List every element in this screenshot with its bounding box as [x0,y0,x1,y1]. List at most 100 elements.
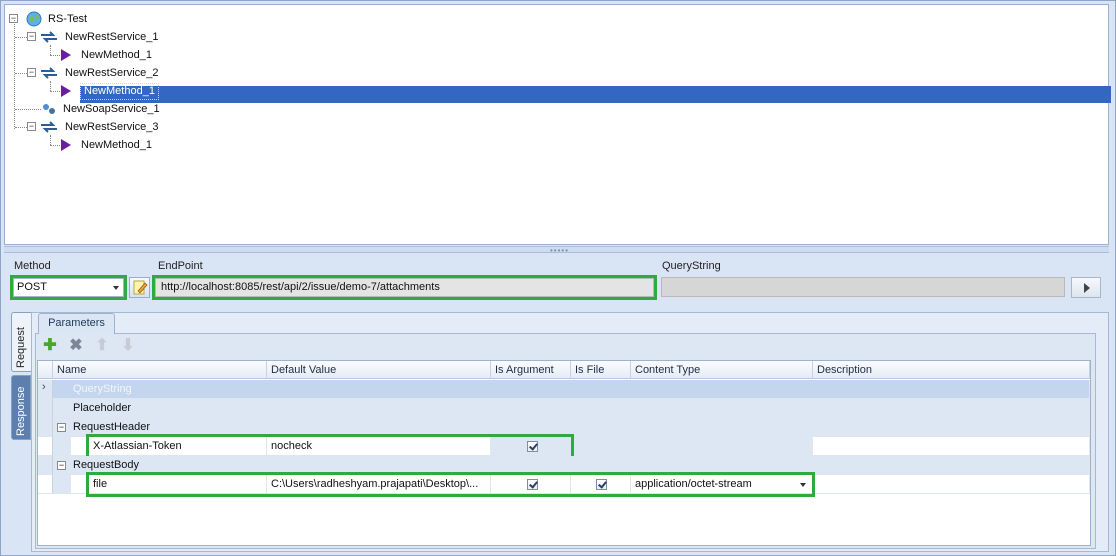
tab-parameters-label: Parameters [48,317,105,329]
group-cell: − RequestHeader [53,418,1090,437]
group-row-requestbody[interactable]: − RequestBody [38,456,1090,475]
tree-node-label: NewRestService_1 [65,31,159,43]
pencil-icon [133,280,148,295]
group-cell: − RequestBody [53,456,1090,475]
param-name: file [93,478,108,490]
cell-content-type[interactable] [631,437,813,456]
row-selector[interactable] [38,418,53,437]
group-row-requestheader[interactable]: − RequestHeader [38,418,1090,437]
tree-root-label: RS-Test [48,13,88,25]
current-row-arrow-icon: › [42,381,46,393]
method-select[interactable]: POST [13,278,124,297]
tree-node-rest-service[interactable]: − NewRestService_3 [27,118,327,136]
app-window: − RS-Test − NewRestService_1 NewMethod_1… [0,0,1116,556]
tree-node-method[interactable]: NewMethod_1 [60,46,360,64]
column-header-name[interactable]: Name [53,361,267,379]
column-header-content-type[interactable]: Content Type [631,361,813,379]
soap-service-icon [43,104,55,114]
collapse-icon[interactable]: − [27,122,36,131]
tree-node-label: NewMethod_1 [81,139,152,151]
tree-node-rest-service[interactable]: − NewRestService_2 [27,64,327,82]
cell-default-value[interactable]: nocheck [267,437,491,456]
cell-default-value[interactable]: C:\Users\radheshyam.prajapati\Desktop\..… [267,475,491,494]
group-cell: QueryString [53,380,1090,399]
tree-node-rest-service[interactable]: − NewRestService_1 [27,28,327,46]
move-down-icon[interactable]: ⬇ [120,338,136,354]
param-name: X-Atlassian-Token [93,440,182,452]
table-row[interactable]: file C:\Users\radheshyam.prajapati\Deskt… [38,475,1090,494]
endpoint-field[interactable]: http://localhost:8085/rest/api/2/issue/d… [155,278,654,297]
row-selector[interactable]: › [38,380,53,399]
collapse-icon[interactable]: − [27,32,36,41]
checkbox-checked-icon[interactable] [527,441,538,452]
row-selector-header [38,361,53,379]
delete-icon[interactable]: ✖ [68,338,84,354]
edit-endpoint-button[interactable] [129,277,150,298]
rest-service-icon [41,121,57,133]
table-row[interactable]: X-Atlassian-Token nocheck [38,437,1090,456]
tree-connector [50,145,60,146]
tree-connector [50,91,60,92]
cell-content-type[interactable]: application/octet-stream [631,475,813,494]
row-selector[interactable] [38,475,53,494]
chevron-down-icon[interactable] [800,483,806,487]
column-header-is-argument[interactable]: Is Argument [491,361,571,379]
tree-node-label: NewSoapService_1 [63,103,160,115]
column-header-default-value[interactable]: Default Value [267,361,491,379]
group-label: Placeholder [73,402,132,414]
globe-icon [26,11,42,27]
row-selector[interactable] [38,456,53,475]
group-label: RequestHeader [73,421,151,433]
collapse-icon[interactable]: − [57,423,66,432]
cell-is-argument[interactable] [491,437,571,456]
add-icon[interactable]: ✚ [42,338,58,354]
method-play-icon [61,49,71,61]
group-row-placeholder[interactable]: Placeholder [38,399,1090,418]
checkbox-checked-icon[interactable] [527,479,538,490]
cell-is-argument[interactable] [491,475,571,494]
row-selector[interactable] [38,399,53,418]
collapse-icon[interactable]: − [27,68,36,77]
tree-node-label: NewRestService_3 [65,121,159,133]
row-selector[interactable] [38,437,53,456]
cell-is-file[interactable] [571,475,631,494]
rest-service-icon [41,67,57,79]
cell-is-file[interactable] [571,437,631,456]
collapse-icon[interactable]: − [57,461,66,470]
rest-service-icon [41,31,57,43]
tab-parameters[interactable]: Parameters [38,313,115,334]
cell-description[interactable] [813,437,1090,456]
cell-name[interactable]: file [71,475,267,494]
tree-node-label: NewMethod_1 [80,83,159,100]
move-up-icon[interactable]: ⬆ [94,338,110,354]
tab-response[interactable]: Response [11,375,31,440]
tree-connector [15,109,41,110]
tree-connector [50,135,51,145]
group-row-querystring[interactable]: › QueryString [38,380,1090,399]
tree-node-method[interactable]: NewMethod_1 [60,136,360,154]
tab-response-label: Response [15,386,27,436]
grip-icon: ••••• [550,246,570,255]
column-header-is-file[interactable]: Is File [571,361,631,379]
group-label: QueryString [73,383,132,395]
endpoint-value: http://localhost:8085/rest/api/2/issue/d… [161,281,440,293]
cell-description[interactable] [813,475,1090,494]
tree-node-soap-service[interactable]: NewSoapService_1 [42,100,342,118]
group-label: RequestBody [73,459,140,471]
tree-node-label: NewRestService_2 [65,67,159,79]
run-button[interactable] [1071,277,1101,298]
cell-name[interactable]: X-Atlassian-Token [71,437,267,456]
checkbox-checked-icon[interactable] [596,479,607,490]
method-play-icon [61,139,71,151]
tree-node-root[interactable]: − RS-Test [9,10,309,28]
tree-node-label: NewMethod_1 [81,49,152,61]
tree-connector [50,45,51,55]
service-tree: − RS-Test − NewRestService_1 NewMethod_1… [4,4,1111,245]
querystring-field[interactable] [661,277,1065,297]
tab-request[interactable]: Request [11,312,31,372]
column-header-description[interactable]: Description [813,361,1090,379]
indent-cell [53,437,71,456]
tree-connector [50,55,60,56]
panel-splitter[interactable]: ••••• [4,246,1109,255]
tree-node-method-selected[interactable]: NewMethod_1 [60,82,360,100]
